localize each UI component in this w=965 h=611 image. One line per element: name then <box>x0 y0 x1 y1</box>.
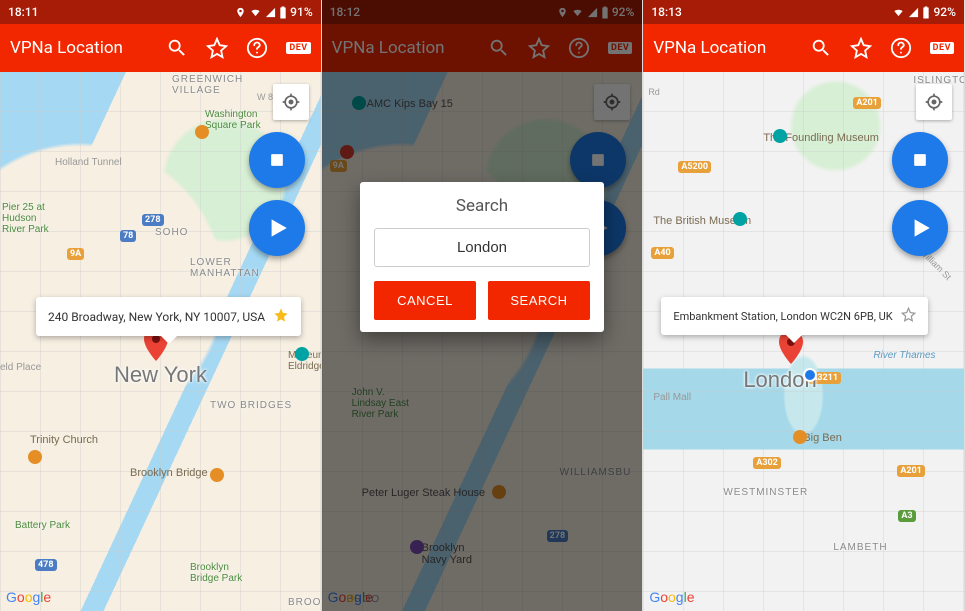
route-shield-a5200: A5200 <box>678 161 711 173</box>
route-shield-78: 78 <box>120 230 136 242</box>
map-label-battery: Battery Park <box>15 520 70 531</box>
city-label: New York <box>114 362 207 388</box>
play-button[interactable] <box>892 200 948 256</box>
screen-search-dialog: 18:12 92% VPNa Location <box>322 0 644 611</box>
star-icon[interactable] <box>850 37 872 59</box>
search-icon[interactable] <box>810 37 832 59</box>
star-filled-icon[interactable] <box>273 307 289 326</box>
route-shield-9a: 9A <box>67 248 84 260</box>
wifi-icon <box>249 7 262 18</box>
app-bar: VPNa Location DEV <box>643 24 964 72</box>
map-view[interactable]: GREENWICH VILLAGE Washington Square Park… <box>0 72 321 611</box>
app-bar: VPNa Location DEV <box>0 24 321 72</box>
status-right: 91% <box>235 5 312 19</box>
cancel-button[interactable]: CANCEL <box>374 281 476 320</box>
route-shield-278: 278 <box>142 214 164 226</box>
app-bar-icons: DEV <box>166 37 310 59</box>
battery-icon <box>279 6 287 19</box>
info-window[interactable]: 240 Broadway, New York, NY 10007, USA <box>36 297 301 336</box>
route-shield-a302: A302 <box>753 457 781 469</box>
map-label-holland: Holland Tunnel <box>55 157 122 168</box>
route-shield-a201: A201 <box>853 97 881 109</box>
location-pin-icon <box>235 7 246 18</box>
google-logo: Google <box>6 589 51 605</box>
search-button[interactable]: SEARCH <box>488 281 590 320</box>
screen-newyork: 18:11 91% VPNa Location <box>0 0 322 611</box>
play-button[interactable] <box>249 200 305 256</box>
route-shield-a3: A3 <box>898 510 915 522</box>
poi-dot <box>210 468 224 482</box>
battery-percent: 92% <box>933 5 955 19</box>
map-view[interactable]: The Foundling Museum The British Museum … <box>643 72 964 611</box>
map-label-two-bridges: TWO BRIDGES <box>210 400 292 411</box>
dev-badge[interactable]: DEV <box>930 42 954 54</box>
poi-dot <box>195 125 209 139</box>
map-label-lower-man: LOWER MANHATTAN <box>190 257 260 279</box>
poi-dot <box>28 450 42 464</box>
stop-button[interactable] <box>892 132 948 188</box>
dialog-buttons: CANCEL SEARCH <box>374 281 590 320</box>
status-bar: 18:13 92% <box>643 0 964 24</box>
poi-dot <box>295 347 309 361</box>
map-label-eld: eld Place <box>0 362 41 373</box>
search-dialog: Search CANCEL SEARCH <box>360 182 604 332</box>
app-bar-icons: DEV <box>810 37 954 59</box>
map-label-bigben: Big Ben <box>803 432 842 444</box>
map-label-brook: BROOK <box>288 597 321 608</box>
map-label-pier25: Pier 25 at Hudson River Park <box>2 202 49 235</box>
map-label-brooklyn-park: Brooklyn Bridge Park <box>190 562 242 584</box>
map-label-washington-sq: Washington Square Park <box>205 109 261 131</box>
map-label-thames: River Thames <box>873 350 935 361</box>
map-label-rd: Rd <box>648 87 660 97</box>
dialog-title: Search <box>374 196 590 216</box>
status-time: 18:13 <box>651 5 681 19</box>
my-location-button[interactable] <box>273 84 309 120</box>
battery-icon <box>922 6 930 19</box>
map-label-trinity: Trinity Church <box>30 434 98 446</box>
star-outline-icon[interactable] <box>901 307 916 325</box>
info-address: 240 Broadway, New York, NY 10007, USA <box>48 310 265 324</box>
stop-button[interactable] <box>249 132 305 188</box>
screen-london: 18:13 92% VPNa Location <box>643 0 965 611</box>
info-window[interactable]: Embankment Station, London WC2N 6PB, UK <box>661 297 927 335</box>
signal-icon <box>908 7 919 18</box>
map-label-westminster: WESTMINSTER <box>723 487 808 498</box>
search-icon[interactable] <box>166 37 188 59</box>
map-label-soho: SOHO <box>155 227 188 238</box>
map-label-greenwich: GREENWICH VILLAGE <box>172 74 243 96</box>
map-label-pall: Pall Mall <box>653 392 691 403</box>
status-bar: 18:11 91% <box>0 0 321 24</box>
help-icon[interactable] <box>890 37 912 59</box>
app-title: VPNa Location <box>653 38 799 58</box>
map-label-brooklyn-bridge: Brooklyn Bridge <box>130 467 208 479</box>
my-location-button[interactable] <box>916 84 952 120</box>
route-shield-478: 478 <box>35 559 57 571</box>
route-shield-a201-b: A201 <box>897 465 925 477</box>
info-address: Embankment Station, London WC2N 6PB, UK <box>673 310 892 323</box>
google-logo: Google <box>649 589 694 605</box>
dev-badge[interactable]: DEV <box>286 42 310 54</box>
help-icon[interactable] <box>246 37 268 59</box>
battery-percent: 91% <box>290 5 312 19</box>
route-shield-a40: A40 <box>651 247 673 259</box>
status-right: 92% <box>892 5 955 19</box>
status-time: 18:11 <box>8 5 38 19</box>
search-input[interactable] <box>374 228 590 267</box>
map-label-lambeth: LAMBETH <box>833 542 887 553</box>
app-title: VPNa Location <box>10 38 156 58</box>
wifi-icon <box>892 7 905 18</box>
star-icon[interactable] <box>206 37 228 59</box>
signal-icon <box>265 7 276 18</box>
